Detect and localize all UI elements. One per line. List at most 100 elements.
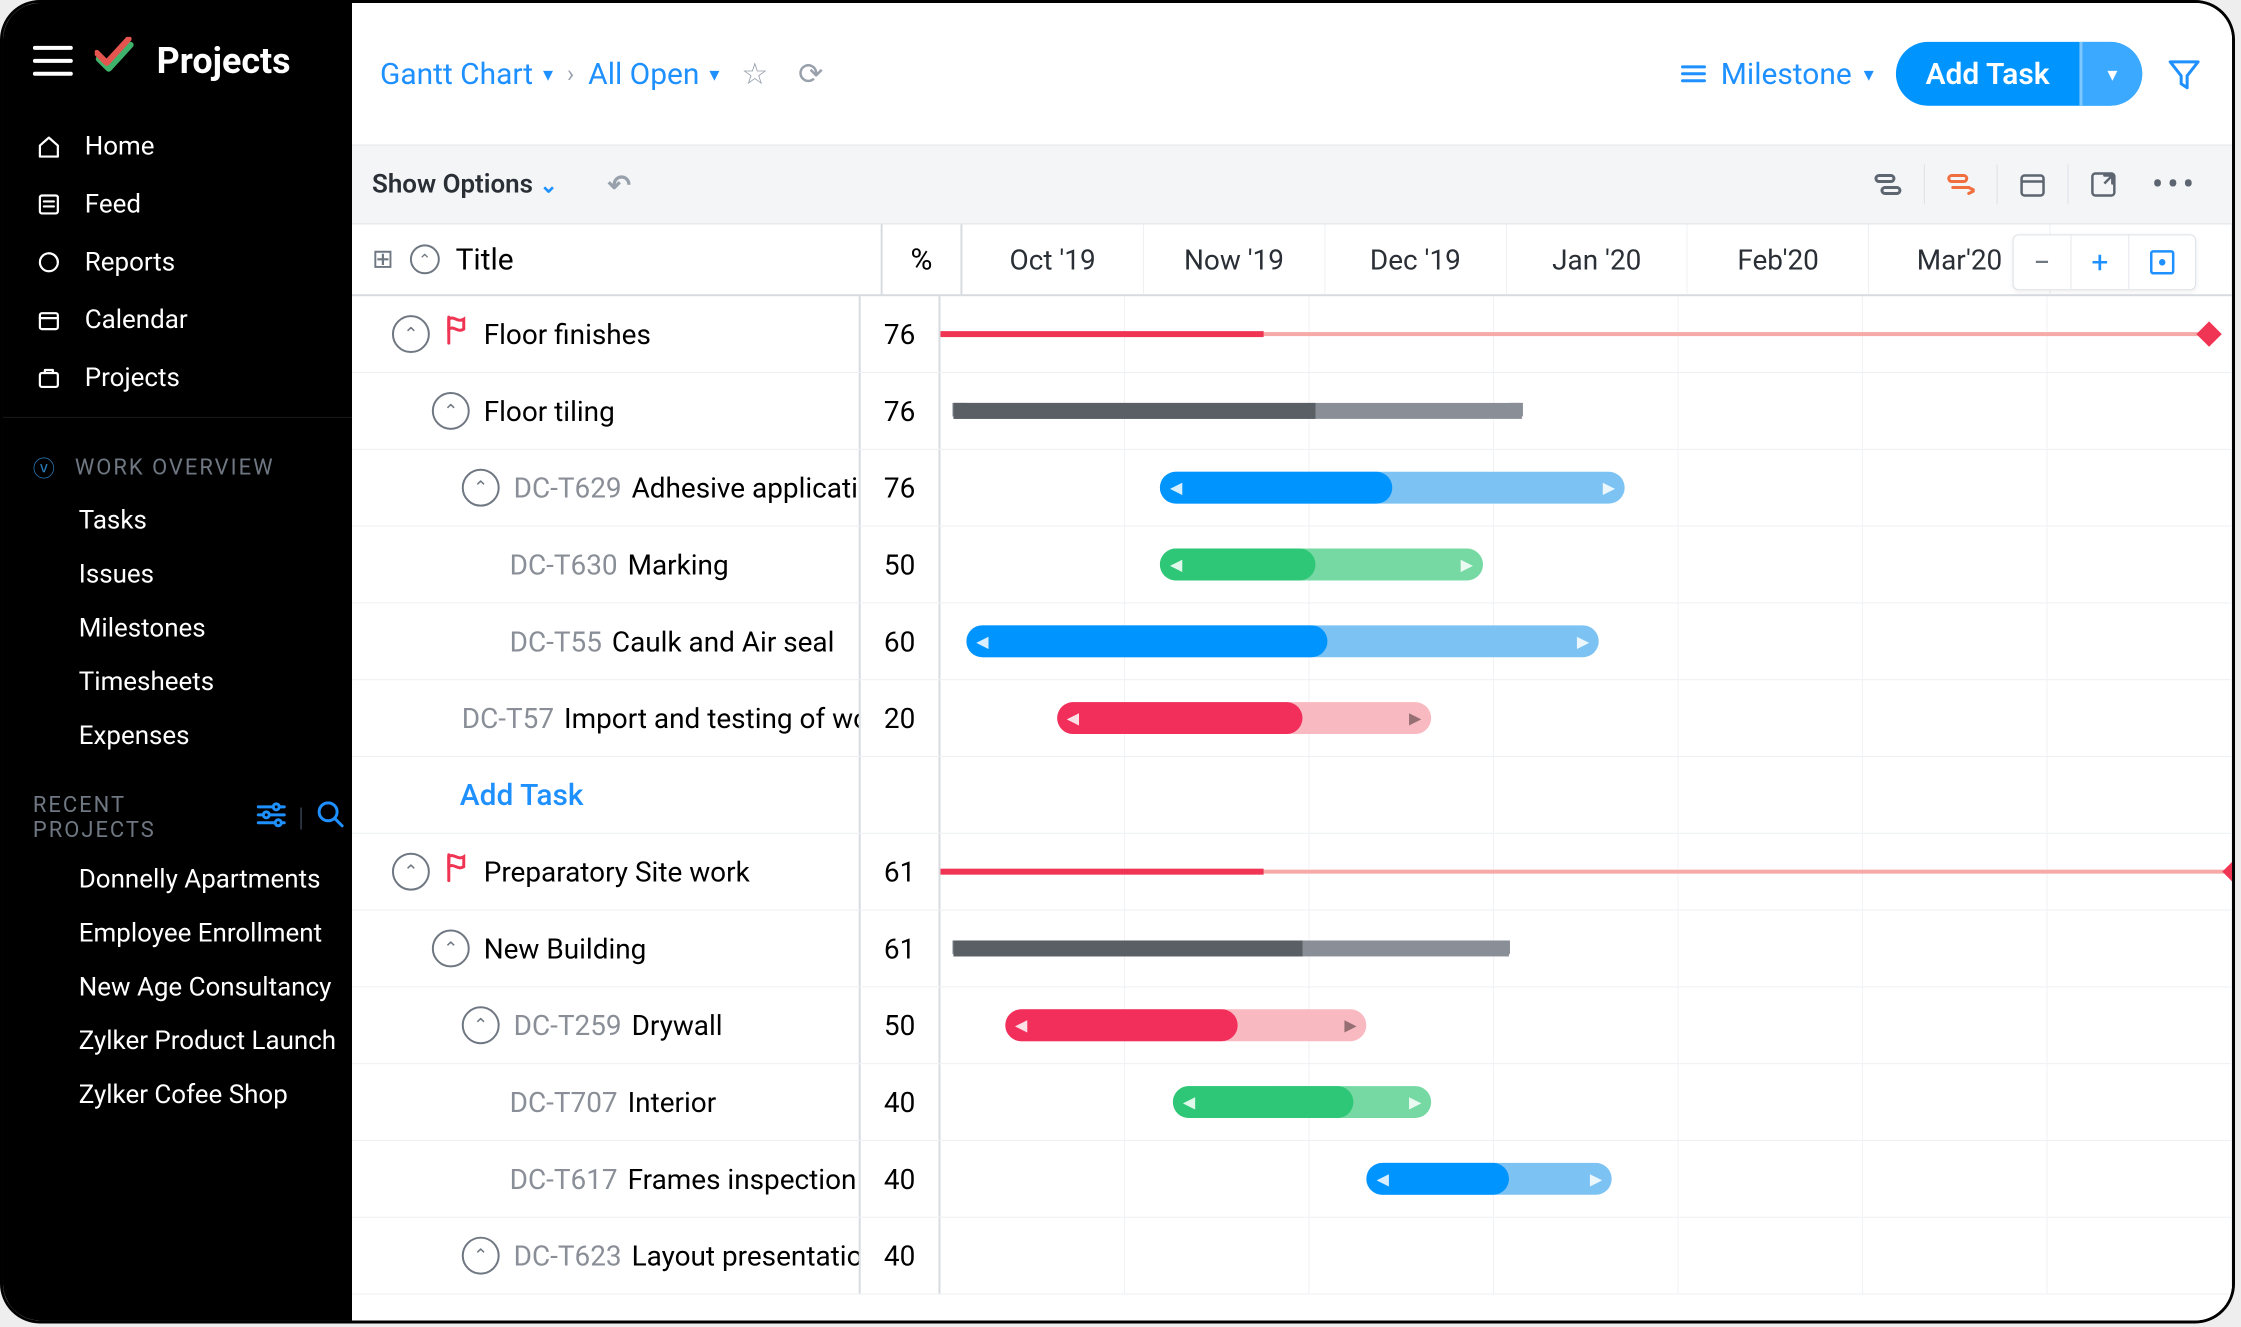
inline-add-task-link[interactable]: Add Task — [460, 777, 584, 812]
task-bar[interactable]: ◀▶ — [1367, 1163, 1612, 1195]
milestone-bar[interactable] — [940, 332, 2206, 336]
add-task-button[interactable]: Add Task ▾ — [1896, 42, 2143, 106]
collapse-toggle-icon[interactable]: ⌃ — [392, 315, 430, 353]
bar-handle-right-icon[interactable]: ▶ — [1603, 478, 1615, 497]
bar-handle-left-icon[interactable]: ◀ — [976, 632, 988, 651]
row-title-cell[interactable]: ⌃Floor finishes — [352, 296, 861, 372]
collapse-toggle-icon[interactable]: ⌃ — [462, 1006, 500, 1044]
bar-handle-left-icon[interactable]: ◀ — [1377, 1169, 1389, 1188]
breadcrumb-gantt-chart[interactable]: Gantt Chart ▾ — [380, 56, 553, 91]
collapse-toggle-icon[interactable]: ⌃ — [432, 392, 470, 430]
sidebar-item-reports[interactable]: Reports — [3, 233, 352, 291]
refresh-icon[interactable]: ⟳ — [790, 56, 831, 91]
sidebar-section-work-overview[interactable]: ⓥ WORK OVERVIEW — [3, 428, 352, 494]
columns-icon[interactable]: ⊞ — [372, 244, 394, 274]
milestone-bar[interactable] — [940, 870, 2232, 874]
row-title-cell[interactable]: ⌃ Floor tiling — [352, 373, 861, 449]
toolbar-icon-fullscreen[interactable] — [2067, 165, 2138, 205]
column-percent-header[interactable]: % — [883, 224, 963, 294]
milestone-dropdown[interactable]: Milestone ▾ — [1679, 56, 1874, 91]
toolbar-icon-critical-path[interactable] — [1923, 165, 1996, 205]
collapse-toggle-icon[interactable]: ⌃ — [432, 930, 470, 968]
add-task-dropdown[interactable]: ▾ — [2079, 42, 2142, 106]
sidebar-item-calendar[interactable]: Calendar — [3, 291, 352, 349]
row-title-cell[interactable]: ⌃DC-T623Layout presentation — [352, 1218, 861, 1294]
summary-bar[interactable] — [953, 940, 1508, 956]
task-bar[interactable]: ◀▶ — [1160, 549, 1483, 581]
row-title-cell[interactable]: DC-T57Import and testing of woo.. — [352, 680, 861, 756]
gantt-row: ⌃DC-T259Drywall50◀▶ — [352, 987, 2232, 1064]
task-bar[interactable]: ◀▶ — [966, 625, 1599, 657]
bar-handle-left-icon[interactable]: ◀ — [1183, 1093, 1195, 1112]
row-title-cell[interactable]: DC-T630Marking — [352, 527, 861, 603]
task-bar[interactable]: ◀▶ — [1057, 702, 1432, 734]
gantt-row: ⌃Preparatory Site work61 — [352, 834, 2232, 911]
row-percent: 50 — [861, 527, 941, 603]
bar-handle-right-icon[interactable]: ▶ — [1590, 1169, 1602, 1188]
show-options-button[interactable]: Show Options ⌄ — [372, 170, 558, 200]
milestone-flag-icon — [444, 853, 468, 891]
row-title-cell[interactable]: DC-T55Caulk and Air seal — [352, 603, 861, 679]
breadcrumb-all-open[interactable]: All Open ▾ — [588, 56, 719, 91]
bar-handle-right-icon[interactable]: ▶ — [1461, 555, 1473, 574]
bar-handle-right-icon[interactable]: ▶ — [1577, 632, 1589, 651]
row-title-cell[interactable]: DC-T707Interior — [352, 1064, 861, 1140]
sidebar-item-timesheets[interactable]: Timesheets — [3, 655, 352, 709]
gantt-row: ⌃Floor finishes76 — [352, 296, 2232, 373]
bar-handle-right-icon[interactable]: ▶ — [1409, 1093, 1421, 1112]
recent-project-item[interactable]: Employee Enrollment — [3, 907, 352, 961]
bar-handle-left-icon[interactable]: ◀ — [1170, 555, 1182, 574]
sidebar-item-tasks[interactable]: Tasks — [3, 494, 352, 548]
bar-handle-right-icon[interactable]: ▶ — [1344, 1016, 1356, 1035]
zoom-in-button[interactable]: + — [2071, 235, 2129, 289]
row-timeline — [940, 296, 2232, 372]
filter-icon[interactable] — [2164, 54, 2204, 94]
collapse-toggle-icon[interactable]: ⌃ — [392, 853, 430, 891]
app-logo-icon — [95, 37, 135, 84]
sidebar-item-projects[interactable]: Projects — [3, 349, 352, 407]
sidebar-item-milestones[interactable]: Milestones — [3, 601, 352, 655]
row-title-cell[interactable]: DC-T617Frames inspection — [352, 1141, 861, 1217]
bar-handle-right-icon[interactable]: ▶ — [1409, 709, 1421, 728]
sidebar-item-expenses[interactable]: Expenses — [3, 709, 352, 763]
bar-handle-left-icon[interactable]: ◀ — [1015, 1016, 1027, 1035]
gantt-sheet: ⌃Floor finishes76⌃Floor tiling76⌃DC-T629… — [352, 296, 2232, 1294]
zoom-out-button[interactable]: − — [2013, 235, 2071, 289]
collapse-toggle-icon[interactable]: ⌃ — [462, 469, 500, 507]
collapse-toggle-icon[interactable]: ⌃ — [462, 1237, 500, 1275]
task-title: Floor tiling — [484, 394, 615, 427]
chevron-down-icon: ▾ — [1864, 62, 1874, 86]
row-title-cell[interactable]: ⌃DC-T259Drywall — [352, 987, 861, 1063]
recent-project-item[interactable]: New Age Consultancy — [3, 960, 352, 1014]
row-title-cell[interactable]: ⌃New Building — [352, 911, 861, 987]
summary-bar[interactable] — [953, 403, 1521, 419]
collapse-all-icon[interactable]: ⌃ — [410, 244, 440, 274]
recent-project-item[interactable]: Donnelly Apartments — [3, 853, 352, 907]
row-title-cell[interactable]: ⌃DC-T629Adhesive application — [352, 450, 861, 526]
column-title-header[interactable]: Title — [456, 242, 514, 277]
sidebar-item-feed[interactable]: Feed — [3, 176, 352, 234]
bar-handle-left-icon[interactable]: ◀ — [1067, 709, 1079, 728]
toolbar-icon-today[interactable] — [1996, 165, 2067, 205]
undo-icon[interactable]: ↶ — [608, 168, 631, 201]
bar-handle-left-icon[interactable]: ◀ — [1170, 478, 1182, 497]
search-icon[interactable] — [308, 800, 352, 836]
task-bar[interactable]: ◀▶ — [1173, 1086, 1431, 1118]
more-icon[interactable]: ••• — [2138, 165, 2212, 205]
sidebar-item-home[interactable]: Home — [3, 118, 352, 176]
menu-toggle-icon[interactable] — [33, 45, 73, 75]
recent-project-item[interactable]: Zylker Product Launch — [3, 1014, 352, 1068]
task-title: Drywall — [632, 1009, 723, 1042]
sidebar-item-issues[interactable]: Issues — [3, 548, 352, 602]
task-bar[interactable]: ◀▶ — [1160, 472, 1625, 504]
settings-sliders-icon[interactable] — [248, 800, 294, 835]
recent-project-item[interactable]: Zylker Cofee Shop — [3, 1068, 352, 1122]
task-bar[interactable]: ◀▶ — [1005, 1009, 1367, 1041]
star-icon[interactable]: ☆ — [733, 56, 776, 91]
zoom-fit-button[interactable] — [2129, 235, 2195, 289]
month-header: Oct '19 — [962, 224, 1143, 294]
row-title-cell[interactable]: ⌃Preparatory Site work — [352, 834, 861, 910]
row-title-cell[interactable]: Add Task — [352, 757, 861, 833]
top-bar: Gantt Chart ▾ › All Open ▾ ☆ ⟳ Milestone… — [352, 3, 2232, 146]
toolbar-icon-task-view[interactable] — [1852, 165, 1924, 205]
